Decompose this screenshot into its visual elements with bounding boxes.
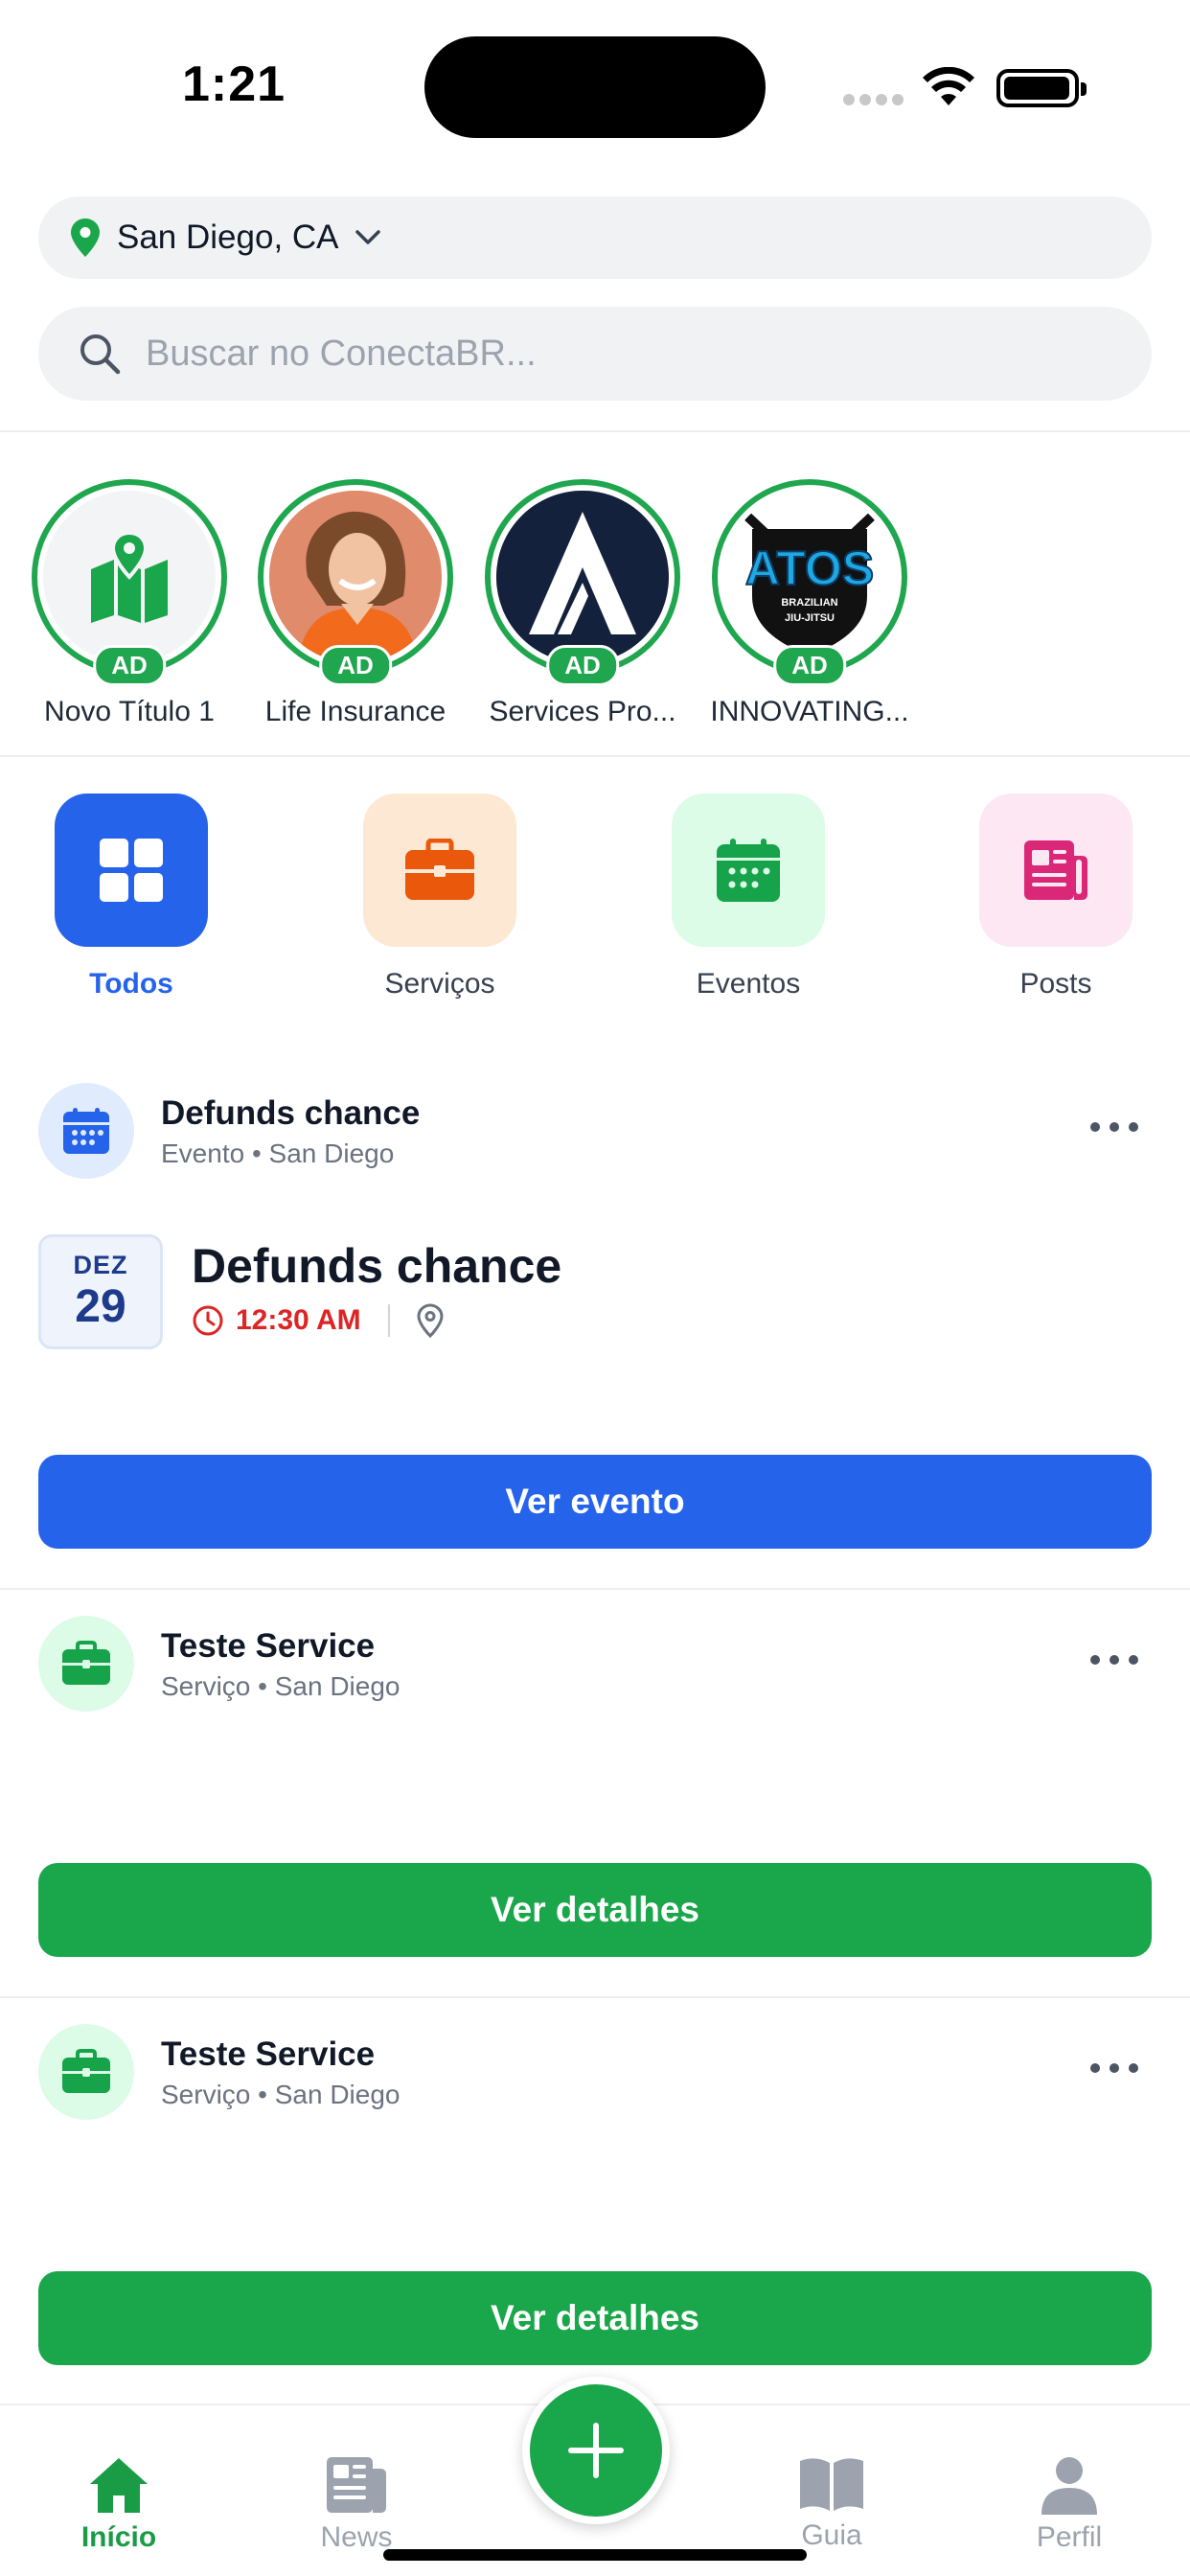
nav-label: Início	[80, 2521, 157, 2553]
category-todos[interactable]: Todos	[35, 794, 227, 1000]
book-icon	[800, 2458, 863, 2511]
nav-item-perfil[interactable]: Perfil	[993, 2455, 1146, 2554]
home-icon	[90, 2458, 148, 2513]
divider	[0, 1588, 1190, 1590]
view-details-button[interactable]: Ver detalhes	[38, 2271, 1152, 2365]
calendar-icon	[717, 839, 780, 902]
story-item[interactable]: AD Life Insurance	[255, 479, 456, 728]
category-servicos[interactable]: Serviços	[344, 794, 536, 1000]
nav-item-inicio[interactable]: Início	[42, 2455, 195, 2554]
status-time: 1:21	[182, 57, 286, 112]
divider	[0, 755, 1190, 757]
map-icon	[91, 531, 168, 623]
card-subtitle: Serviço • San Diego	[161, 2080, 400, 2109]
feed-card-header: Teste Service Serviço • San Diego	[38, 2024, 1152, 2120]
card-avatar	[38, 1616, 134, 1712]
view-event-button[interactable]: Ver evento	[38, 1455, 1152, 1549]
story-avatar: ATOS BRAZILIAN JIU-JITSU AD	[712, 479, 907, 686]
story-label: INNOVATING...	[710, 696, 909, 727]
nav-item-news[interactable]: News	[280, 2455, 433, 2554]
card-subtitle: Serviço • San Diego	[161, 1671, 400, 1701]
category-label: Serviços	[384, 968, 495, 1000]
location-selector[interactable]: San Diego, CA	[38, 196, 1152, 279]
dynamic-island	[424, 36, 766, 138]
event-month: DEZ	[73, 1251, 128, 1279]
battery-icon	[996, 69, 1087, 107]
search-input[interactable]	[146, 333, 1008, 375]
add-button[interactable]	[522, 2377, 670, 2524]
atos-sub1: BRAZILIAN	[781, 597, 837, 609]
more-options-icon[interactable]	[1090, 1117, 1138, 1137]
person-icon	[1041, 2457, 1097, 2515]
feed-card-header: Defunds chance Evento • San Diego	[38, 1083, 1152, 1179]
nav-item-guia[interactable]: Guia	[755, 2455, 908, 2552]
search-bar[interactable]	[38, 307, 1152, 401]
event-meta: 12:30 AM	[192, 1303, 444, 1338]
briefcase-icon	[62, 2049, 110, 2093]
card-title: Teste Service	[161, 1627, 376, 1665]
search-icon	[80, 334, 121, 375]
wifi-icon	[923, 67, 974, 105]
newspaper-icon	[327, 2457, 386, 2513]
nav-label: Perfil	[1036, 2521, 1103, 2553]
home-indicator	[383, 2549, 807, 2561]
card-subtitle: Evento • San Diego	[161, 1138, 395, 1168]
feed-card-header: Teste Service Serviço • San Diego	[38, 1616, 1152, 1712]
story-label: Novo Título 1	[44, 696, 215, 727]
atos-logo: ATOS BRAZILIAN JIU-JITSU	[739, 508, 881, 656]
card-avatar	[38, 2024, 134, 2120]
ad-badge: AD	[546, 645, 619, 686]
story-item[interactable]: AD Services Pro...	[482, 479, 683, 728]
services-logo	[496, 491, 669, 663]
more-options-icon[interactable]	[1090, 1650, 1138, 1669]
card-title: Teste Service	[161, 2036, 376, 2073]
story-label: Life Insurance	[264, 696, 446, 727]
card-title: Defunds chance	[161, 1094, 421, 1132]
divider	[0, 430, 1190, 432]
location-label: San Diego, CA	[117, 218, 339, 256]
category-label: Eventos	[696, 968, 801, 1000]
more-options-icon[interactable]	[1090, 2058, 1138, 2078]
story-avatar: AD	[485, 479, 680, 686]
location-pin-icon	[417, 1303, 444, 1338]
atos-sub2: JIU-JITSU	[785, 612, 835, 624]
ad-badge: AD	[773, 645, 846, 686]
separator	[387, 1304, 390, 1337]
person-photo	[269, 491, 442, 663]
category-posts[interactable]: Posts	[960, 794, 1152, 1000]
story-avatar: AD	[258, 479, 453, 686]
category-label: Posts	[1019, 968, 1092, 1000]
category-label: Todos	[89, 968, 173, 1000]
event-day: 29	[75, 1281, 126, 1332]
briefcase-icon	[62, 1641, 110, 1685]
newspaper-icon	[1024, 840, 1087, 900]
ad-badge: AD	[93, 645, 166, 686]
story-label: Services Pro...	[489, 696, 676, 727]
status-bar: 1:21	[0, 0, 1190, 172]
ad-badge: AD	[319, 645, 392, 686]
briefcase-icon	[405, 839, 474, 900]
card-avatar	[38, 1083, 134, 1179]
calendar-icon	[63, 1108, 109, 1154]
divider	[0, 1996, 1190, 1998]
story-item[interactable]: ATOS BRAZILIAN JIU-JITSU AD INNOVATING..…	[709, 479, 910, 728]
plus-icon	[568, 2423, 624, 2478]
clock-icon	[193, 1305, 223, 1336]
nav-label: Guia	[801, 2519, 862, 2551]
event-title: Defunds chance	[192, 1239, 562, 1293]
event-date-box: DEZ 29	[38, 1234, 163, 1349]
grid-icon	[100, 839, 163, 902]
chevron-down-icon	[355, 230, 380, 244]
category-eventos[interactable]: Eventos	[652, 794, 844, 1000]
view-details-button[interactable]: Ver detalhes	[38, 1863, 1152, 1957]
story-item[interactable]: AD Novo Título 1	[29, 479, 230, 728]
event-time: 12:30 AM	[236, 1304, 361, 1336]
atos-title: ATOS	[745, 541, 874, 595]
cellular-signal-icon	[843, 94, 904, 107]
location-pin-icon	[71, 218, 100, 257]
story-avatar: AD	[32, 479, 227, 686]
